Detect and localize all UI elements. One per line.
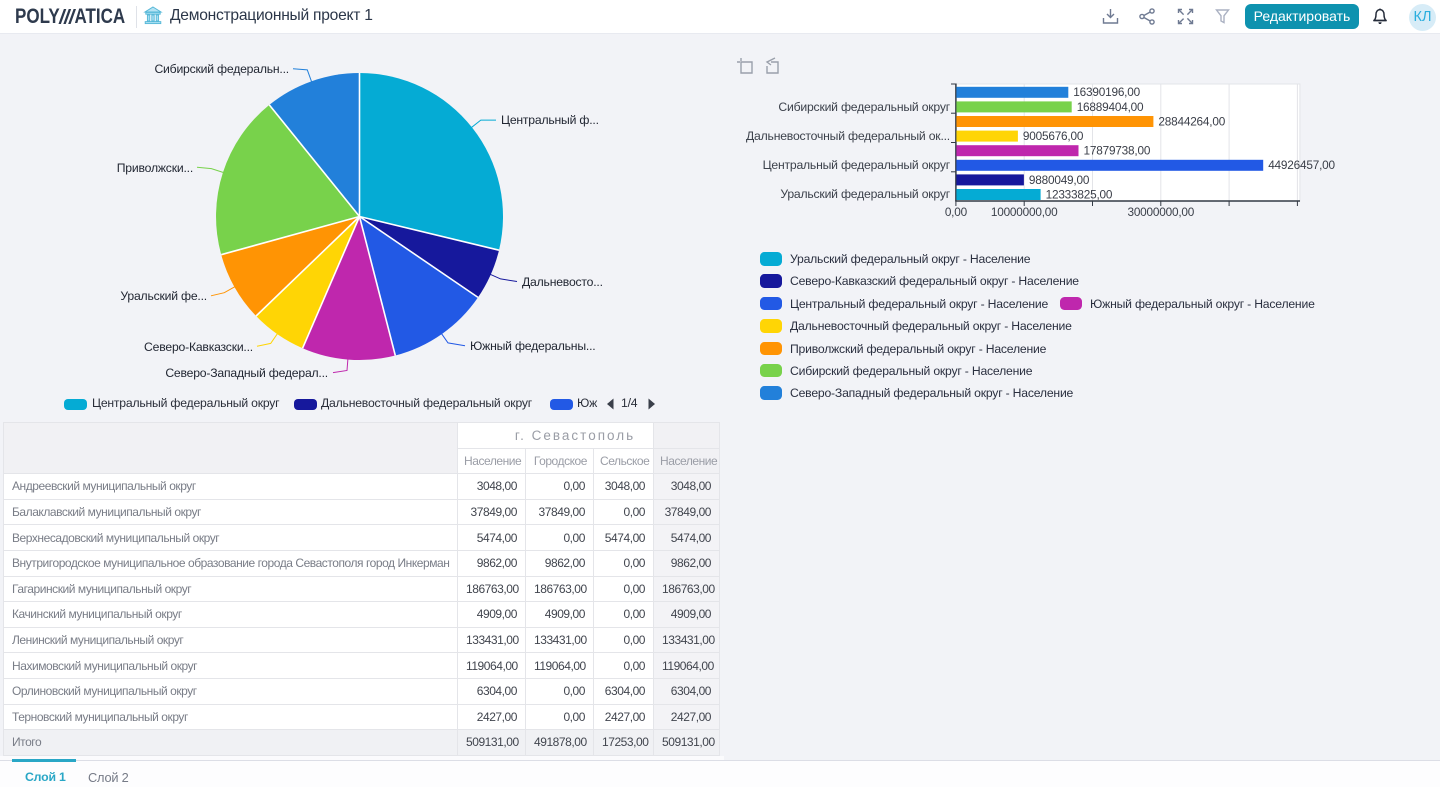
svg-text:0,00: 0,00 [945,205,968,219]
svg-text:Центральный ф...: Центральный ф... [501,113,599,127]
svg-text:16390196,00: 16390196,00 [1073,85,1140,99]
svg-text:9005676,00: 9005676,00 [1023,129,1084,143]
svg-text:28844264,00: 28844264,00 [1158,114,1225,128]
svg-text:Приволжски...: Приволжски... [117,161,193,175]
svg-text:9880049,00: 9880049,00 [1029,173,1090,187]
svg-text:Сибирский федеральн...: Сибирский федеральн... [154,62,289,76]
svg-text:16889404,00: 16889404,00 [1077,100,1144,114]
svg-text:17879738,00: 17879738,00 [1084,144,1151,158]
svg-text:12333825,00: 12333825,00 [1046,187,1113,201]
svg-text:Уральский фе...: Уральский фе... [120,289,207,303]
svg-text:Уральский федеральный округ: Уральский федеральный округ [780,187,950,201]
svg-text:Северо-Западный федерал...: Северо-Западный федерал... [165,366,328,380]
svg-text:44926457,00: 44926457,00 [1268,158,1335,172]
svg-text:30000000,00: 30000000,00 [1127,205,1194,219]
svg-text:Южный федеральны...: Южный федеральны... [470,339,595,353]
svg-text:Сибирский федеральный округ: Сибирский федеральный округ [778,100,950,114]
svg-text:10000000,00: 10000000,00 [991,205,1058,219]
svg-text:Северо-Кавказски...: Северо-Кавказски... [144,340,253,354]
svg-text:Дальневосто...: Дальневосто... [522,275,603,289]
svg-text:Центральный федеральный округ: Центральный федеральный округ [763,158,951,172]
svg-text:Дальневосточный федеральный ок: Дальневосточный федеральный ок... [746,129,950,143]
